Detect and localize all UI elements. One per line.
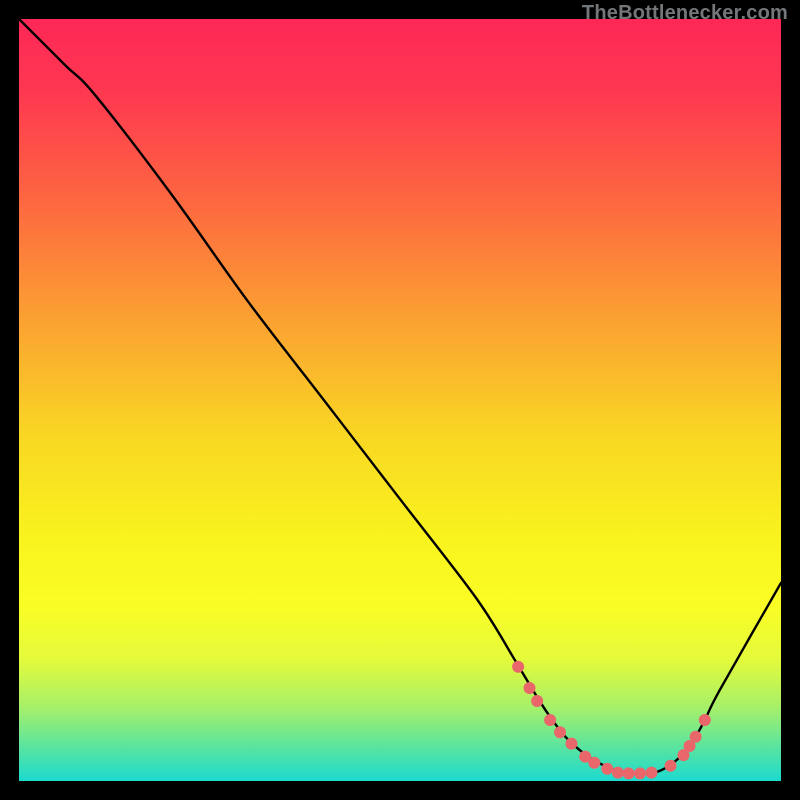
marker-dot <box>623 767 635 779</box>
marker-dot <box>690 731 702 743</box>
marker-dot <box>531 695 543 707</box>
marker-dot <box>588 757 600 769</box>
marker-dot <box>512 661 524 673</box>
chart-svg <box>19 19 781 781</box>
marker-dot <box>554 726 566 738</box>
marker-dot <box>612 767 624 779</box>
marker-dot <box>524 682 536 694</box>
gradient-background <box>19 19 781 781</box>
plot-area <box>19 19 781 781</box>
marker-dot <box>634 767 646 779</box>
marker-dot <box>665 760 677 772</box>
marker-dot <box>645 767 657 779</box>
marker-dot <box>699 714 711 726</box>
marker-dot <box>565 738 577 750</box>
chart-stage: TheBottlenecker.com <box>0 0 800 800</box>
marker-dot <box>601 763 613 775</box>
marker-dot <box>544 714 556 726</box>
